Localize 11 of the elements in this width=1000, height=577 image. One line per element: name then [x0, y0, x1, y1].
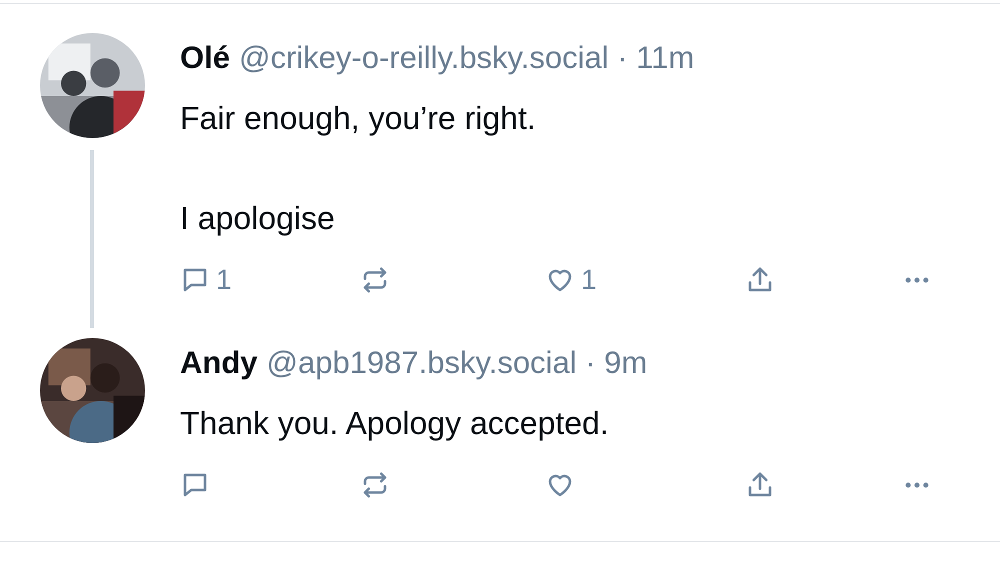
like-button[interactable]: 1	[545, 258, 745, 302]
handle-and-time: @apb1987.bsky.social · 9m	[266, 345, 648, 380]
post-text: Fair enough, you’re right.	[180, 99, 537, 138]
reply-button[interactable]: 1	[180, 258, 360, 302]
ellipsis-icon	[905, 276, 929, 284]
post-text: I apologise	[180, 199, 336, 238]
author-name[interactable]: Andy	[180, 345, 258, 380]
handle-and-time: @crikey-o-reilly.bsky.social · 11m	[238, 40, 694, 75]
post-text: Thank you. Apology accepted.	[180, 404, 610, 443]
author-name[interactable]: Olé	[180, 40, 230, 75]
ellipsis-icon	[905, 482, 929, 488]
